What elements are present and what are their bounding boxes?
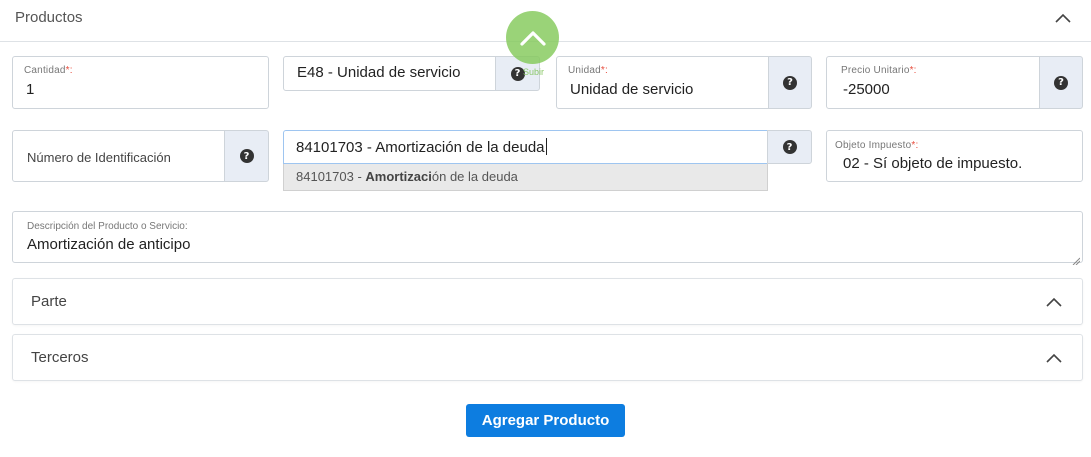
cantidad-field[interactable]: Cantidad*: 1 xyxy=(12,56,269,109)
unidad-clave-field[interactable]: E48 - Unidad de servicio xyxy=(283,56,496,91)
scroll-top-label: Subir xyxy=(523,67,545,77)
descripcion-textarea[interactable]: Descripción del Producto o Servicio: Amo… xyxy=(12,211,1083,266)
objeto-impuesto-value[interactable]: 02 - Sí objeto de impuesto. xyxy=(843,155,1022,172)
precio-unitario-label: Precio Unitario*: xyxy=(841,65,917,76)
numero-identificacion-help-button[interactable]: ? xyxy=(224,130,269,182)
chevron-up-icon[interactable] xyxy=(1055,13,1071,23)
precio-unitario-value[interactable]: -25000 xyxy=(843,81,890,98)
question-icon: ? xyxy=(239,149,254,163)
scroll-top-button[interactable] xyxy=(506,11,559,64)
precio-help-button[interactable]: ? xyxy=(1039,56,1083,109)
numero-identificacion-label: Número de Identificación xyxy=(27,150,171,165)
precio-unitario-field[interactable]: Precio Unitario*: -25000 xyxy=(826,56,1040,109)
chevron-up-icon[interactable] xyxy=(1046,353,1062,363)
suggestion-match: Amortizaci xyxy=(365,169,432,184)
chevron-up-icon xyxy=(519,30,546,46)
question-icon: ? xyxy=(782,140,797,154)
terceros-title: Terceros xyxy=(31,349,89,366)
cantidad-label: Cantidad*: xyxy=(24,65,73,76)
descripcion-value[interactable]: Amortización de anticipo xyxy=(27,236,190,253)
chevron-up-icon[interactable] xyxy=(1046,297,1062,307)
autocomplete-suggestion[interactable]: 84101703 - Amortización de la deuda xyxy=(283,164,768,191)
descripcion-label: Descripción del Producto o Servicio: xyxy=(27,221,188,232)
agregar-producto-button[interactable]: Agregar Producto xyxy=(466,404,625,437)
parte-title: Parte xyxy=(31,293,67,310)
question-icon: ? xyxy=(783,75,797,90)
unidad-clave-value[interactable]: E48 - Unidad de servicio xyxy=(297,64,460,81)
clave-producto-value[interactable]: 84101703 - Amortización de la deuda xyxy=(296,138,547,156)
unidad-label: Unidad*: xyxy=(568,65,608,76)
numero-identificacion-field[interactable]: Número de Identificación xyxy=(12,130,225,182)
unidad-value[interactable]: Unidad de servicio xyxy=(570,81,693,98)
resize-grip-icon[interactable] xyxy=(1072,252,1081,266)
question-icon: ? xyxy=(1054,75,1068,90)
objeto-impuesto-field[interactable]: Objeto Impuesto*: 02 - Sí objeto de impu… xyxy=(826,130,1083,182)
cantidad-value[interactable]: 1 xyxy=(26,81,34,98)
parte-panel[interactable]: Parte xyxy=(12,278,1083,325)
section-title: Productos xyxy=(15,9,83,26)
clave-producto-input[interactable]: 84101703 - Amortización de la deuda xyxy=(283,130,768,164)
terceros-panel[interactable]: Terceros xyxy=(12,334,1083,381)
unidad-field[interactable]: Unidad*: Unidad de servicio xyxy=(556,56,769,109)
unidad-help-button[interactable]: ? xyxy=(768,56,812,109)
clave-producto-help-button[interactable]: ? xyxy=(767,130,812,164)
text-caret xyxy=(545,138,547,155)
objeto-impuesto-label: Objeto Impuesto*: xyxy=(835,140,919,151)
